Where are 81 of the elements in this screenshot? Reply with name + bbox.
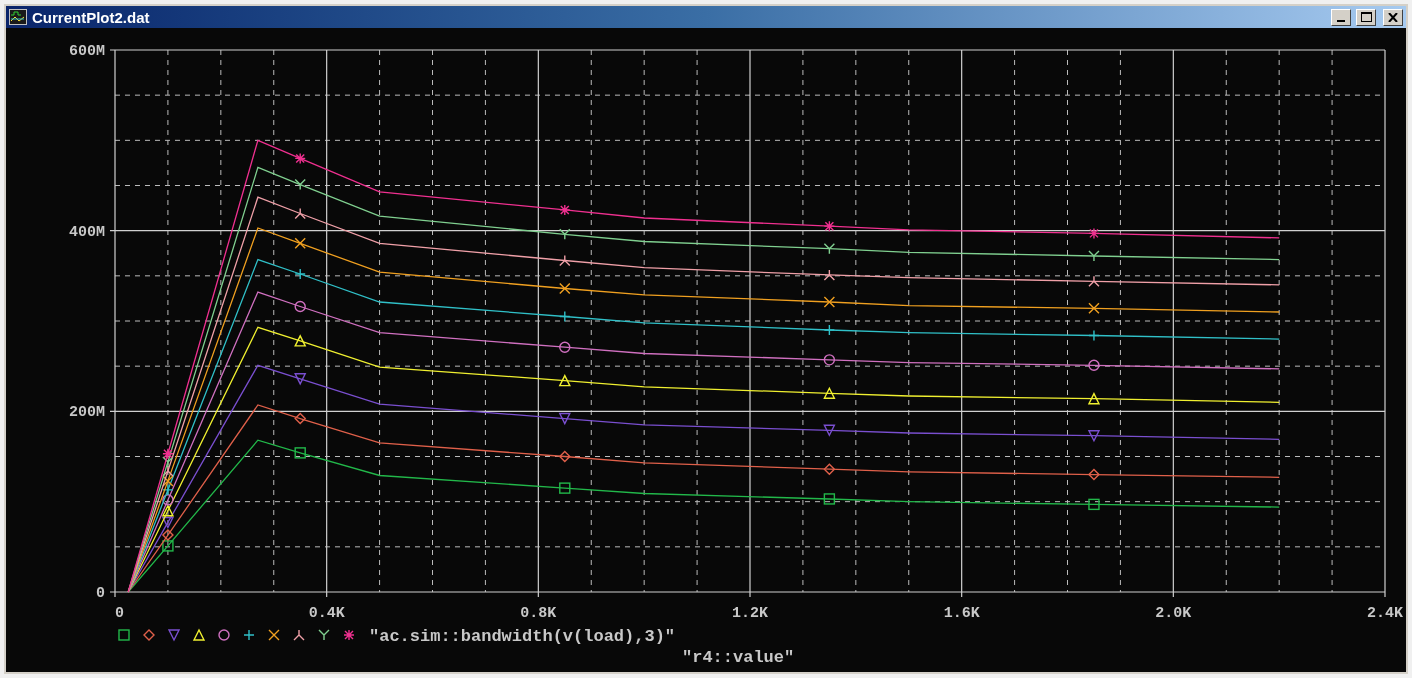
legend-marker-icon: [167, 629, 181, 642]
point-marker-icon: [1088, 359, 1100, 371]
point-marker-icon: [559, 228, 571, 240]
point-marker-icon: [162, 448, 174, 460]
point-marker-icon: [294, 268, 306, 280]
point-marker-icon: [823, 296, 836, 308]
point-marker-icon: [162, 494, 174, 506]
point-marker-icon: [823, 386, 836, 399]
legend-marker-icon: [268, 629, 280, 641]
y-axis-label: 0: [96, 585, 105, 602]
point-marker-icon: [558, 412, 571, 426]
close-icon: [1388, 12, 1398, 22]
legend-marker-icon: [293, 629, 305, 641]
legend-marker-icon: [192, 628, 206, 641]
legend-expression: "ac.sim::bandwidth(v(load),3)": [369, 627, 676, 646]
point-marker-icon: [823, 354, 836, 366]
point-marker-icon: [161, 504, 175, 517]
point-marker-icon: [161, 516, 175, 529]
maximize-button[interactable]: [1356, 8, 1376, 26]
point-marker-icon: [823, 269, 836, 281]
legend-parameter: "r4::value": [682, 648, 795, 667]
point-marker-icon: [294, 207, 306, 220]
point-marker-icon: [1088, 227, 1100, 240]
x-axis-label: 1.6K: [943, 605, 980, 622]
legend-marker-icon: [343, 629, 355, 641]
x-axis-label: 1.2K: [732, 605, 768, 622]
point-marker-icon: [823, 424, 836, 437]
legend-marker-icon: [118, 629, 130, 641]
point-marker-icon: [1088, 329, 1100, 342]
point-marker-icon: [294, 300, 306, 313]
legend-marker-icon: [143, 629, 155, 641]
maximize-icon: [1360, 12, 1372, 22]
point-marker-icon: [162, 484, 174, 496]
point-marker-icon: [559, 254, 571, 267]
point-marker-icon: [162, 475, 174, 487]
point-marker-icon: [823, 493, 836, 505]
y-axis-label: 400M: [69, 223, 105, 241]
point-marker-icon: [294, 237, 306, 249]
point-marker-icon: [162, 540, 174, 552]
point-marker-icon: [294, 152, 306, 165]
point-marker-icon: [294, 178, 306, 191]
point-marker-icon: [1088, 498, 1100, 511]
point-marker-icon: [162, 465, 174, 477]
point-marker-icon: [558, 374, 571, 387]
x-axis-label: 0.4K: [308, 605, 345, 622]
point-marker-icon: [823, 324, 836, 336]
point-marker-icon: [1087, 392, 1101, 405]
point-marker-icon: [559, 204, 571, 216]
legend-marker-icon: [218, 629, 230, 641]
point-marker-icon: [1088, 302, 1100, 315]
point-marker-icon: [559, 341, 571, 353]
point-marker-icon: [1088, 275, 1100, 287]
minimize-button[interactable]: [1331, 8, 1351, 26]
x-axis-label: 0.8K: [520, 605, 557, 622]
close-button[interactable]: [1383, 8, 1403, 26]
y-axis-label: 200M: [69, 404, 105, 422]
y-axis-label: 600M: [69, 43, 105, 60]
point-marker-icon: [559, 282, 571, 295]
x-axis-label: 2.4K: [1367, 605, 1403, 622]
point-marker-icon: [559, 310, 571, 323]
point-marker-icon: [294, 373, 307, 386]
legend-marker-icon: [243, 629, 255, 641]
x-axis-label: 0: [115, 605, 124, 622]
point-marker-icon: [1087, 468, 1100, 481]
plot-window-icon: [9, 9, 27, 25]
point-marker-icon: [161, 529, 174, 542]
point-marker-icon: [823, 220, 836, 232]
point-marker-icon: [294, 447, 306, 459]
point-marker-icon: [1088, 250, 1100, 262]
point-marker-icon: [1087, 430, 1101, 443]
point-marker-icon: [559, 482, 571, 494]
minimize-icon: [1337, 19, 1345, 22]
point-marker-icon: [823, 463, 836, 476]
point-marker-icon: [294, 412, 307, 425]
x-axis-label: 2.0K: [1155, 605, 1192, 622]
legend-marker-icon: [318, 629, 330, 641]
point-marker-icon: [558, 450, 571, 463]
point-marker-icon: [294, 334, 307, 347]
window-title: CurrentPlot2.dat: [32, 9, 150, 25]
point-marker-icon: [162, 456, 174, 468]
point-marker-icon: [823, 243, 836, 255]
